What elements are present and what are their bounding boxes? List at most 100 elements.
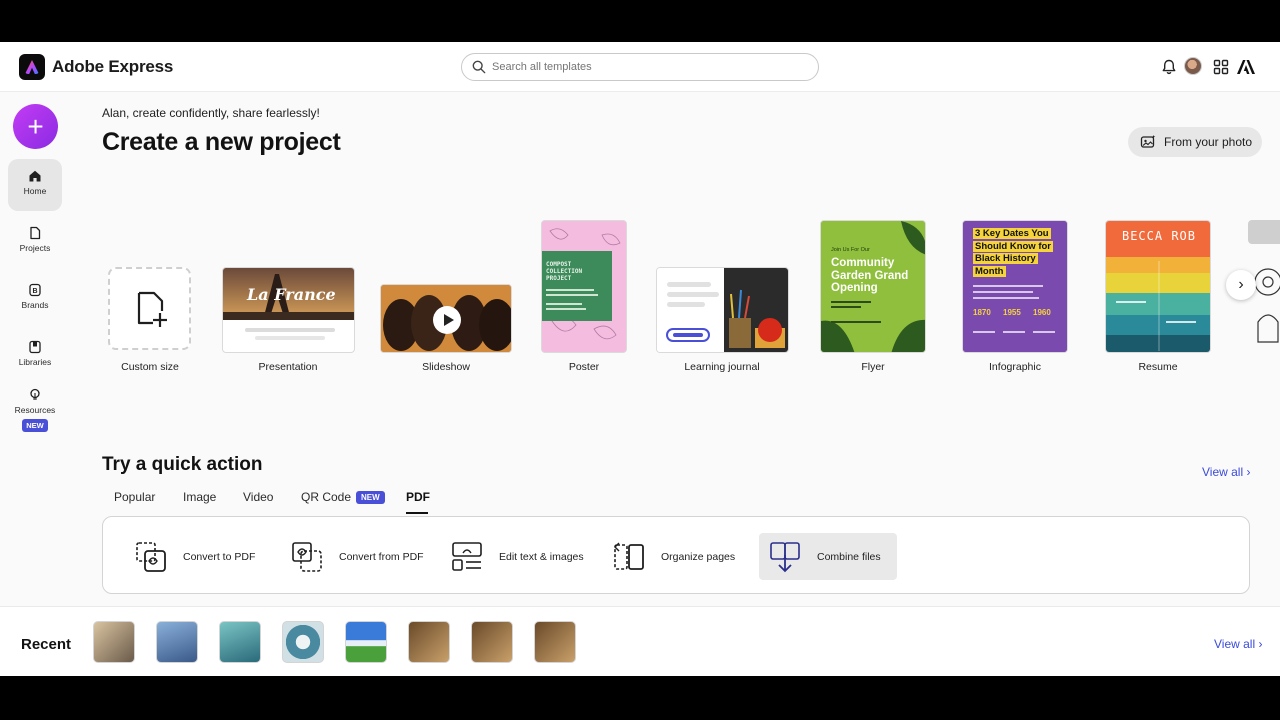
action-label: Convert from PDF — [339, 550, 424, 563]
template-partial[interactable] — [1248, 220, 1280, 244]
from-your-photo-label: From your photo — [1164, 135, 1253, 149]
presentation-thumbnail — [223, 268, 354, 340]
carousel-next-button[interactable]: › — [1226, 270, 1256, 300]
play-icon — [433, 306, 461, 334]
custom-size-icon — [137, 291, 167, 327]
recent-item[interactable] — [471, 621, 513, 663]
home-icon — [29, 170, 41, 182]
recent-item[interactable] — [345, 621, 387, 663]
poster-thumb-title: COMPOST COLLECTION PROJECT — [546, 261, 583, 282]
tab-qr-code[interactable]: QR Code NEW — [301, 490, 385, 504]
chevron-right-icon: › — [1246, 465, 1251, 479]
file-icon — [30, 226, 41, 240]
apps-grid-icon[interactable] — [1212, 58, 1230, 76]
action-label: Convert to PDF — [183, 550, 256, 563]
quick-actions-view-all-link[interactable]: View all › — [1202, 465, 1250, 479]
convert-from-pdf-icon — [292, 541, 322, 572]
edit-text-images-icon — [452, 541, 482, 571]
page-title: Create a new project — [102, 128, 341, 156]
resume-thumb-title: BECCA ROB — [1121, 229, 1197, 243]
template-learning-journal[interactable] — [656, 267, 789, 353]
sidebar-item-label: Libraries — [18, 357, 52, 367]
infographic-year: 1960 — [1033, 308, 1051, 317]
template-slideshow[interactable] — [380, 284, 512, 353]
action-label: Edit text & images — [499, 550, 584, 563]
library-icon — [29, 340, 41, 354]
infographic-thumb-title: 3 Key Dates You Should Know for Black Hi… — [973, 228, 1053, 277]
recent-bar: Recent View all › — [0, 606, 1280, 676]
tab-image[interactable]: Image — [183, 490, 216, 504]
sidebar-item-libraries[interactable]: Libraries — [8, 330, 62, 382]
sidebar: + Home Projects B Brands Libraries Resou… — [0, 92, 70, 676]
template-presentation[interactable]: La France — [222, 267, 355, 353]
template-label-poster: Poster — [568, 361, 600, 373]
poster-thumbnail — [542, 221, 626, 352]
tab-popular[interactable]: Popular — [114, 490, 155, 504]
sidebar-item-projects[interactable]: Projects — [8, 216, 62, 268]
template-label-slideshow: Slideshow — [422, 361, 470, 373]
recent-item[interactable] — [156, 621, 198, 663]
sidebar-item-brands[interactable]: B Brands — [8, 273, 62, 325]
bell-icon[interactable] — [1160, 58, 1178, 76]
recent-item[interactable] — [219, 621, 261, 663]
template-flyer[interactable]: Join Us For Our Community Garden Grand O… — [820, 220, 926, 353]
infographic-year: 1955 — [1003, 308, 1021, 317]
combine-files-icon — [770, 541, 800, 572]
action-edit-text-images[interactable]: Edit text & images — [441, 533, 592, 580]
app-title[interactable]: Adobe Express — [52, 57, 173, 77]
flyer-thumb-title: Community Garden Grand Opening — [831, 257, 909, 294]
greeting-text: Alan, create confidently, share fearless… — [102, 106, 320, 120]
recent-item[interactable] — [534, 621, 576, 663]
search-icon — [472, 60, 486, 74]
svg-text:B: B — [32, 288, 37, 295]
recent-view-all-link[interactable]: View all › — [1214, 637, 1262, 651]
brand-icon: B — [29, 283, 41, 297]
lightbulb-icon — [30, 388, 40, 400]
active-tab-indicator — [406, 512, 428, 514]
sidebar-item-home[interactable]: Home — [8, 159, 62, 211]
tab-pdf[interactable]: PDF — [406, 490, 430, 504]
adobe-logo-icon[interactable] — [1236, 58, 1256, 76]
recent-item[interactable] — [282, 621, 324, 663]
chevron-right-icon: › — [1258, 637, 1263, 651]
action-label: Combine files — [817, 550, 881, 563]
sidebar-item-label: Projects — [19, 243, 51, 253]
decorative-doodle-icon — [1254, 268, 1280, 343]
template-label-learning-journal: Learning journal — [684, 361, 760, 373]
search-box[interactable] — [461, 53, 819, 81]
template-label-infographic: Infographic — [989, 361, 1041, 373]
sidebar-item-resources[interactable]: Resources NEW — [8, 378, 62, 438]
template-poster[interactable]: COMPOST COLLECTION PROJECT — [541, 220, 627, 353]
template-resume[interactable]: BECCA ROB — [1105, 220, 1211, 353]
sidebar-item-label: Resources — [14, 405, 56, 415]
photo-magic-icon — [1140, 135, 1156, 148]
template-label-presentation: Presentation — [258, 361, 318, 373]
sidebar-item-label: Brands — [21, 300, 49, 310]
template-label-custom-size: Custom size — [121, 361, 179, 373]
from-your-photo-button[interactable]: From your photo — [1128, 127, 1262, 157]
search-input[interactable] — [492, 58, 810, 76]
template-label-resume: Resume — [1138, 361, 1178, 373]
convert-to-pdf-icon — [136, 541, 166, 572]
avatar[interactable] — [1184, 57, 1202, 75]
action-label: Organize pages — [661, 550, 736, 563]
action-combine-files[interactable]: Combine files — [759, 533, 897, 580]
app-window: Adobe Express + Home Projects B Brands L… — [0, 42, 1280, 676]
action-convert-from-pdf[interactable]: Convert from PDF — [281, 533, 432, 580]
action-convert-to-pdf[interactable]: Convert to PDF — [125, 533, 263, 580]
custom-size-tile[interactable] — [108, 267, 191, 350]
create-new-button[interactable]: + — [13, 104, 58, 149]
quick-actions-panel: Convert to PDF Convert from PDF Edit tex… — [102, 516, 1250, 594]
tab-video[interactable]: Video — [243, 490, 273, 504]
template-infographic[interactable]: 3 Key Dates You Should Know for Black Hi… — [962, 220, 1068, 353]
adobe-express-logo-icon[interactable] — [19, 54, 45, 80]
top-header: Adobe Express — [0, 42, 1280, 92]
sidebar-item-label: Home — [23, 186, 47, 196]
recent-item[interactable] — [93, 621, 135, 663]
new-badge: NEW — [356, 491, 385, 504]
action-organize-pages[interactable]: Organize pages — [603, 533, 743, 580]
infographic-year: 1870 — [973, 308, 991, 317]
recent-item[interactable] — [408, 621, 450, 663]
quick-action-title: Try a quick action — [102, 454, 263, 475]
flyer-thumb-kicker: Join Us For Our — [831, 247, 870, 253]
